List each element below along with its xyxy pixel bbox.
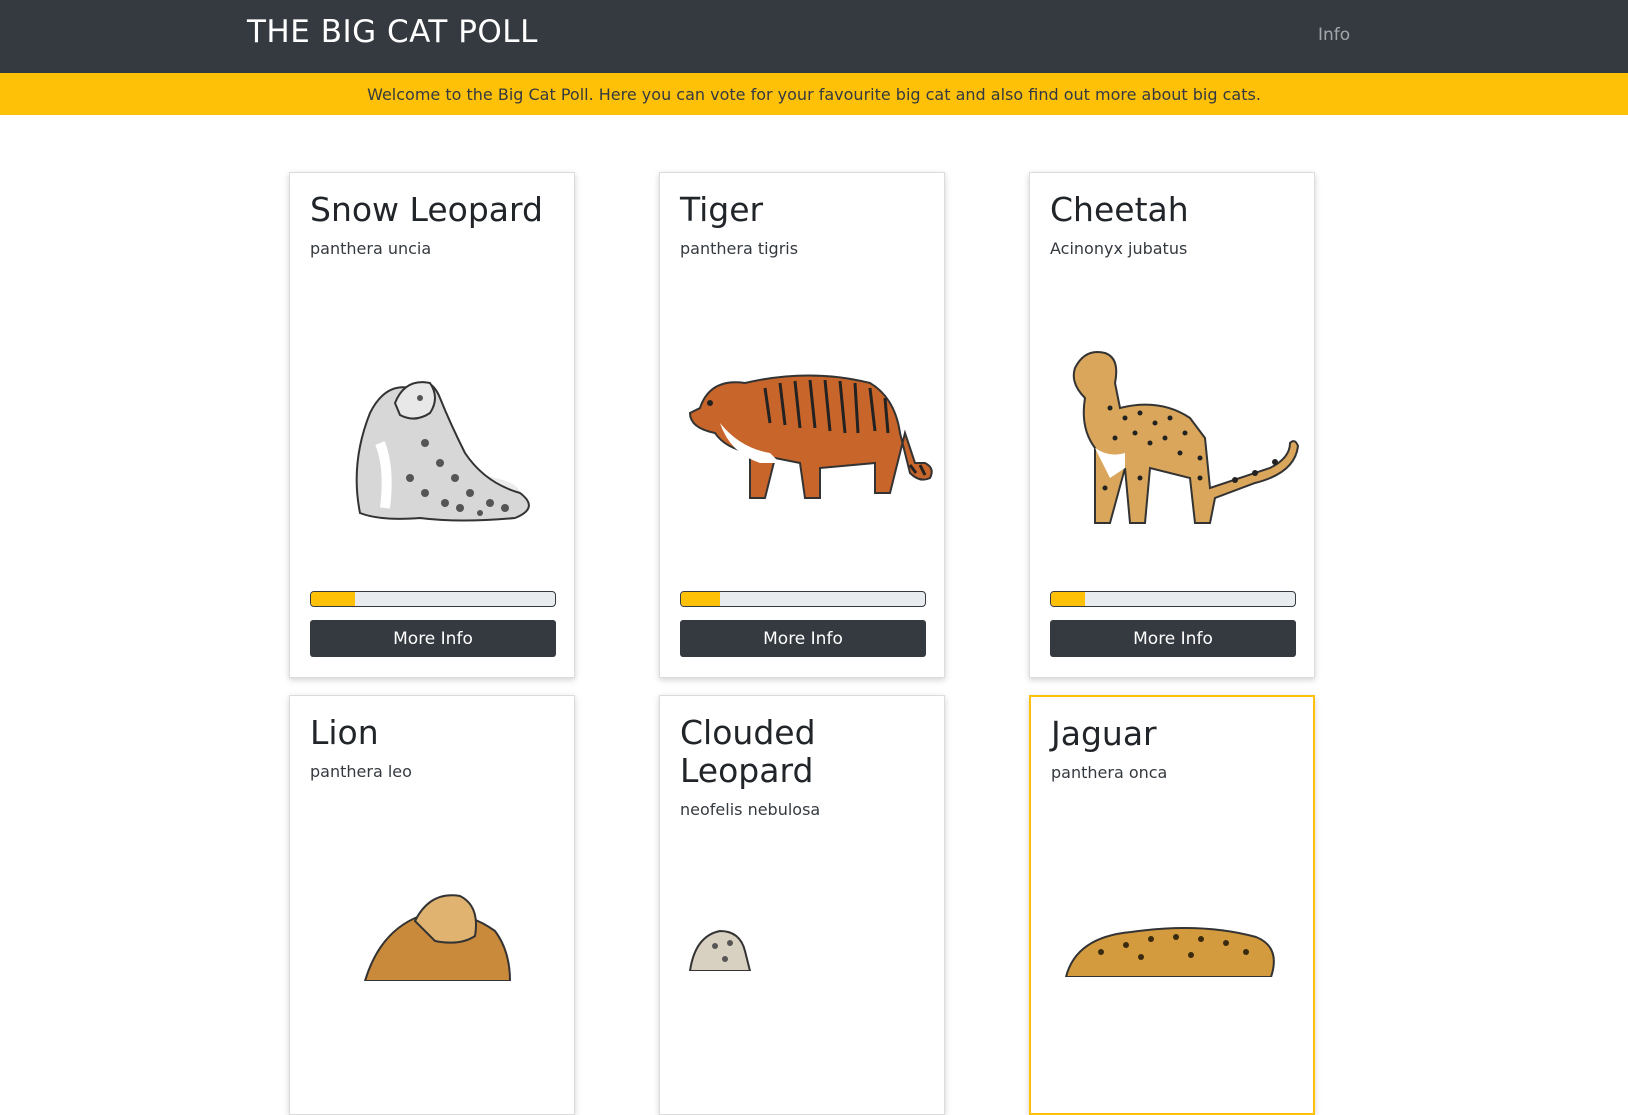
tiger-illustration [688,374,933,499]
cat-latin-name: panthera onca [1051,763,1168,782]
welcome-text: Welcome to the Big Cat Poll. Here you ca… [367,84,1261,104]
cat-name: Cheetah [1050,190,1189,229]
cat-card-jaguar: Jaguar panthera onca [1029,695,1315,1115]
cat-card-tiger: Tiger panthera tigris More Info [659,172,945,678]
vote-progress-bar [680,591,926,607]
cat-card-cheetah: Cheetah Acinonyx jubatus More Info [1029,172,1315,678]
vote-progress-fill [311,592,355,606]
vote-progress-bar [1050,591,1296,607]
cat-name: Jaguar [1051,714,1157,753]
cat-latin-name: panthera tigris [680,239,799,258]
snow-leopard-illustration [355,381,530,522]
vote-progress-fill [1051,592,1086,606]
lion-illustration [363,894,512,981]
nav-info-link[interactable]: Info [1318,25,1350,45]
clouded-leopard-illustration [688,929,752,971]
vote-progress-bar [310,591,556,607]
cat-name: Tiger [680,190,764,229]
cat-card-clouded-leopard: Clouded Leopard neofelis nebulosa [659,695,945,1115]
cat-name: Snow Leopard [310,190,543,229]
more-info-button[interactable]: More Info [680,620,926,657]
top-navbar: THE BIG CAT POLL Info [0,0,1628,73]
vote-progress-fill [681,592,721,606]
cat-latin-name: panthera uncia [310,239,432,258]
cat-card-lion: Lion panthera leo [289,695,575,1115]
cat-name: Clouded Leopard [680,713,816,790]
cat-name: Lion [310,713,379,752]
more-info-button[interactable]: More Info [310,620,556,657]
more-info-button[interactable]: More Info [1050,620,1296,657]
cat-latin-name: panthera leo [310,762,412,781]
cat-latin-name: neofelis nebulosa [680,800,821,819]
cat-latin-name: Acinonyx jubatus [1050,239,1188,258]
welcome-banner: Welcome to the Big Cat Poll. Here you ca… [0,73,1628,115]
jaguar-illustration [1064,927,1275,977]
site-brand[interactable]: THE BIG CAT POLL [247,14,538,50]
cheetah-illustration [1072,351,1300,524]
cat-card-snow-leopard: Snow Leopard panthera uncia More Info [289,172,575,678]
